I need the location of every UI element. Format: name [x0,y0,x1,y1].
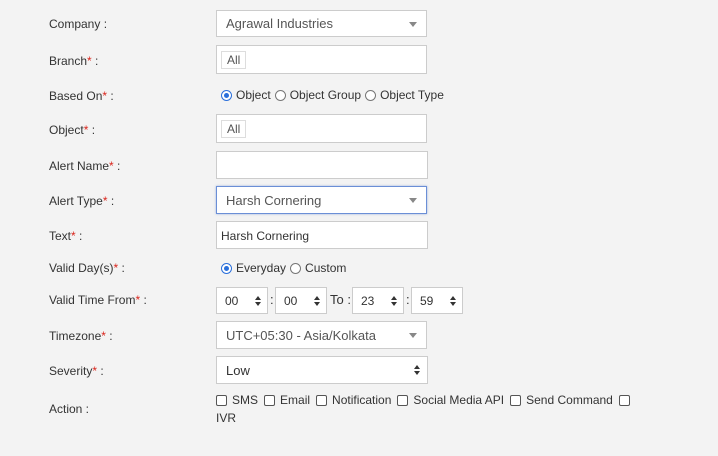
checkbox-icon[interactable] [397,394,409,406]
to-minute-spinner[interactable]: 59 [411,287,463,314]
text-input[interactable]: Harsh Cornering [216,221,428,249]
alert-type-label: Alert Type* : [49,194,115,208]
radio-icon[interactable] [290,262,302,274]
checkbox-ivr-label: IVR [216,410,237,425]
timezone-select-value: UTC+05:30 - Asia/Kolkata [226,327,376,343]
alert-name-label: Alert Name* : [49,159,121,173]
radio-icon[interactable] [274,89,286,101]
valid-days-radio-group: Everyday Custom [221,261,350,275]
branch-tag-all[interactable]: All [221,51,247,69]
branch-multiselect[interactable]: All [216,45,427,74]
checkbox-icon[interactable] [316,394,328,406]
checkbox-icon[interactable] [264,394,276,406]
spinner-arrows-icon[interactable] [314,295,320,306]
checkbox-ivr[interactable] [618,394,635,406]
checkbox-social-media-api[interactable]: Social Media API [397,392,504,408]
from-minute-spinner[interactable]: 00 [275,287,327,314]
spinner-arrows-icon[interactable] [450,295,456,306]
chevron-down-icon [409,198,417,203]
checkbox-icon[interactable] [216,394,227,406]
based-on-label: Based On* : [49,89,114,103]
spinner-arrows-icon[interactable] [391,295,397,306]
severity-select[interactable]: Low [216,356,428,384]
branch-label: Branch* : [49,54,99,68]
alert-name-input[interactable] [216,151,428,179]
spinner-arrows-icon[interactable] [255,295,261,306]
valid-time-label: Valid Time From* : [49,293,147,307]
time-colon: : [270,292,274,307]
chevron-down-icon [409,21,417,27]
to-hour-spinner[interactable]: 23 [352,287,404,314]
timezone-label: Timezone* : [49,329,113,343]
alert-type-select-value: Harsh Cornering [226,192,322,208]
action-checkbox-group: SMS Email Notification Social Media API Send… [216,392,656,426]
company-select[interactable]: Agrawal Industries [216,10,427,37]
radio-everyday[interactable]: Everyday [221,261,286,275]
valid-days-label: Valid Day(s)* : [49,261,125,275]
timezone-select[interactable]: UTC+05:30 - Asia/Kolkata [216,321,427,349]
severity-label: Severity* : [49,364,104,378]
radio-icon[interactable] [221,262,232,274]
from-hour-spinner[interactable]: 00 [216,287,268,314]
object-tag-all[interactable]: All [221,120,247,138]
checkbox-send-command[interactable]: Send Command [510,392,613,408]
based-on-radio-group: Object Object Group Object Type [221,88,448,102]
chevron-down-icon [409,333,417,338]
company-label: Company : [49,17,108,31]
alert-type-select[interactable]: Harsh Cornering [216,186,427,214]
checkbox-sms[interactable]: SMS [216,392,258,408]
text-label: Text* : [49,229,83,243]
checkbox-email[interactable]: Email [264,392,310,408]
radio-icon[interactable] [221,89,232,101]
severity-select-value: Low [226,362,250,378]
checkbox-notification[interactable]: Notification [316,392,391,408]
updown-arrows-icon [414,365,420,375]
radio-object-group[interactable]: Object Group [274,88,361,102]
checkbox-icon[interactable] [618,394,630,406]
time-colon: : [406,292,410,307]
to-label: To : [330,292,351,307]
action-label: Action : [49,402,90,416]
checkbox-icon[interactable] [510,394,522,406]
object-multiselect[interactable]: All [216,114,427,143]
radio-object-type[interactable]: Object Type [365,88,444,102]
radio-object[interactable]: Object [221,88,271,102]
object-label: Object* : [49,123,96,137]
radio-icon[interactable] [365,89,377,101]
company-select-value: Agrawal Industries [226,16,333,31]
radio-custom[interactable]: Custom [290,261,346,275]
